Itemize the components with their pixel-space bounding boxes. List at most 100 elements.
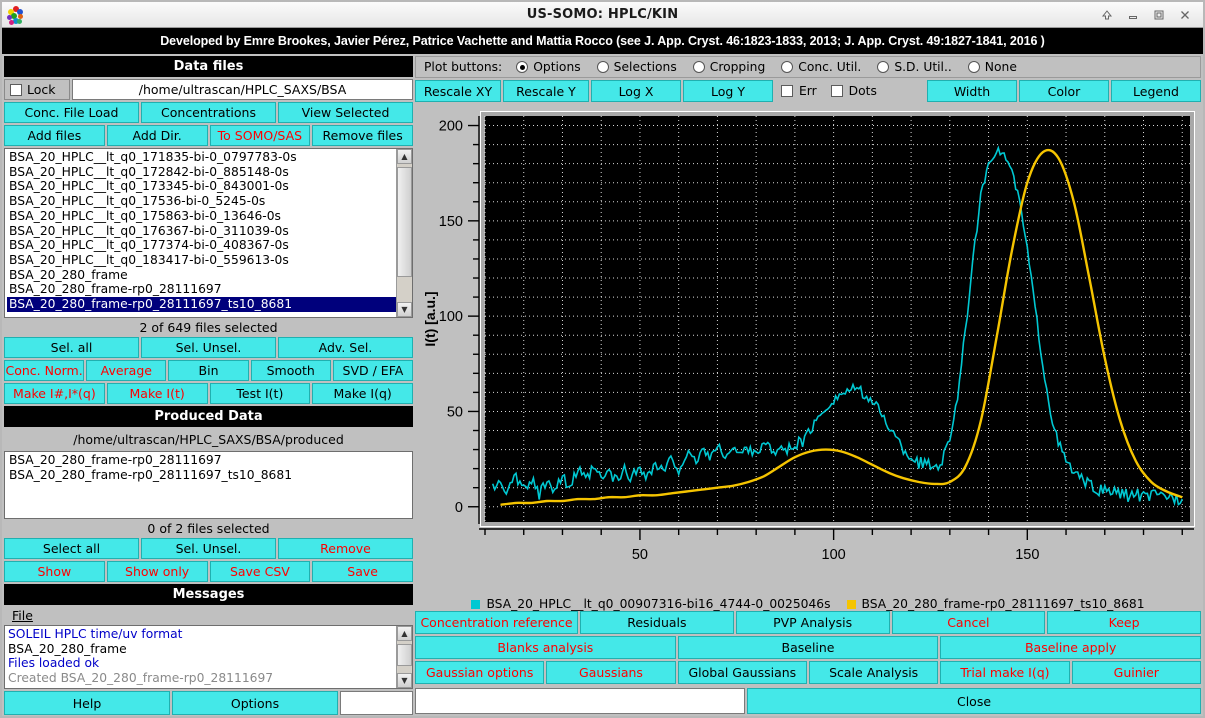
- save-csv-button[interactable]: Save CSV: [209, 561, 311, 582]
- gaussian-options-button[interactable]: Gaussian options: [415, 661, 545, 684]
- minimize-icon[interactable]: [1121, 5, 1145, 25]
- radio-icon[interactable]: [596, 61, 609, 73]
- remove-button[interactable]: Remove: [278, 538, 413, 559]
- plot-option-conc-util[interactable]: Conc. Util.: [775, 60, 871, 74]
- produced-files-list[interactable]: BSA_20_280_frame-rp0_28111697 BSA_20_280_…: [4, 451, 413, 519]
- baseline-button[interactable]: Baseline: [677, 636, 939, 659]
- rescale-y-button[interactable]: Rescale Y: [503, 80, 589, 102]
- list-item[interactable]: BSA_20_HPLC__lt_q0_17536-bi-0_5245-0s: [7, 194, 396, 209]
- list-item[interactable]: BSA_20_280_frame: [7, 268, 396, 283]
- pvp-analysis-button[interactable]: PVP Analysis: [735, 611, 890, 634]
- view-selected-button[interactable]: View Selected: [278, 102, 413, 123]
- legend-button[interactable]: Legend: [1111, 80, 1201, 102]
- messages-scrollbar[interactable]: ▲ ▼: [396, 626, 412, 688]
- list-item[interactable]: BSA_20_HPLC__lt_q0_171835-bi-0_0797783-0…: [7, 150, 396, 165]
- list-item[interactable]: BSA_20_HPLC__lt_q0_172842-bi-0_885148-0s: [7, 165, 396, 180]
- test-i-t-button[interactable]: Test I(t): [209, 383, 311, 404]
- scale-analysis-button[interactable]: Scale Analysis: [808, 661, 939, 684]
- list-item[interactable]: BSA_20_HPLC__lt_q0_176367-bi-0_311039-0s: [7, 224, 396, 239]
- conc-file-load-button[interactable]: Conc. File Load: [4, 102, 139, 123]
- data-files-list-body[interactable]: BSA_20_HPLC__lt_q0_171835-bi-0_0797783-0…: [5, 149, 396, 317]
- data-path-field[interactable]: /home/ultrascan/HPLC_SAXS/BSA: [72, 79, 413, 100]
- make-i-star-q-button[interactable]: Make I#,I*(q): [4, 383, 105, 404]
- concentration-reference-button[interactable]: Concentration reference: [415, 611, 578, 634]
- list-item[interactable]: BSA_20_HPLC__lt_q0_173345-bi-0_843001-0s: [7, 179, 396, 194]
- remove-files-button[interactable]: Remove files: [312, 125, 413, 146]
- to-somo-sas-button[interactable]: To SOMO/SAS: [209, 125, 311, 146]
- messages-file-menu[interactable]: File: [4, 605, 413, 625]
- rescale-xy-button[interactable]: Rescale XY: [415, 80, 501, 102]
- select-all-button[interactable]: Select all: [4, 538, 139, 559]
- scroll-thumb[interactable]: [397, 167, 412, 277]
- trial-make-iq-button[interactable]: Trial make I(q): [940, 661, 1070, 684]
- lock-checkbox[interactable]: [10, 83, 22, 96]
- keep-button[interactable]: Keep: [1047, 611, 1201, 634]
- radio-icon[interactable]: [877, 61, 890, 73]
- data-files-scrollbar[interactable]: ▲ ▼: [396, 149, 412, 317]
- save-button[interactable]: Save: [312, 561, 413, 582]
- list-item[interactable]: BSA_20_HPLC__lt_q0_175863-bi-0_13646-0s: [7, 209, 396, 224]
- list-item[interactable]: BSA_20_280_frame-rp0_28111697: [7, 453, 412, 468]
- plot-option-options[interactable]: Options: [510, 60, 590, 74]
- svd-efa-button[interactable]: SVD / EFA: [332, 360, 414, 381]
- dots-checkbox-group[interactable]: Dots: [825, 80, 883, 102]
- list-item[interactable]: BSA_20_HPLC__lt_q0_183417-bi-0_559613-0s: [7, 253, 396, 268]
- bin-button[interactable]: Bin: [168, 360, 249, 381]
- produced-files-list-body[interactable]: BSA_20_280_frame-rp0_28111697 BSA_20_280_…: [5, 452, 412, 518]
- log-y-button[interactable]: Log Y: [683, 80, 773, 102]
- close-button[interactable]: Close: [747, 688, 1201, 714]
- sel-all-button[interactable]: Sel. all: [4, 337, 139, 358]
- average-button[interactable]: Average: [86, 360, 167, 381]
- messages-scroll-down-arrow[interactable]: ▼: [397, 673, 412, 688]
- blanks-analysis-button[interactable]: Blanks analysis: [415, 636, 676, 659]
- messages-scroll-thumb[interactable]: [397, 644, 412, 666]
- scroll-up-arrow[interactable]: ▲: [397, 149, 412, 164]
- plot-buttons-radiogroup[interactable]: Options Selections Cropping Conc. Util. S.D.…: [510, 60, 1027, 74]
- messages-scroll-up-arrow[interactable]: ▲: [397, 626, 412, 641]
- adv-sel-button[interactable]: Adv. Sel.: [278, 337, 413, 358]
- messages-list[interactable]: SOLEIL HPLC time/uv format BSA_20_280_fra…: [4, 625, 413, 689]
- make-i-t-button[interactable]: Make I(t): [106, 383, 208, 404]
- plot-option-selections[interactable]: Selections: [591, 60, 687, 74]
- maximize-icon[interactable]: [1147, 5, 1171, 25]
- radio-icon[interactable]: [781, 61, 794, 73]
- concentrations-button[interactable]: Concentrations: [141, 102, 276, 123]
- show-only-button[interactable]: Show only: [106, 561, 208, 582]
- err-checkbox-group[interactable]: Err: [775, 80, 823, 102]
- help-button[interactable]: Help: [4, 691, 170, 715]
- residuals-button[interactable]: Residuals: [580, 611, 734, 634]
- close-icon[interactable]: [1173, 5, 1197, 25]
- log-x-button[interactable]: Log X: [591, 80, 681, 102]
- chart-svg[interactable]: 0 50 100 150 200 I(t) [a.u.] 50 100 150 Time [a.u…: [415, 104, 1205, 585]
- show-button[interactable]: Show: [4, 561, 105, 582]
- radio-icon[interactable]: [516, 61, 529, 73]
- width-button[interactable]: Width: [927, 80, 1017, 102]
- add-dir-button[interactable]: Add Dir.: [106, 125, 208, 146]
- plot-canvas-area[interactable]: 0 50 100 150 200 I(t) [a.u.] 50 100 150 Time [a.u…: [415, 104, 1201, 610]
- plot-option-s-d-util[interactable]: S.D. Util..: [871, 60, 961, 74]
- plot-option-none[interactable]: None: [962, 60, 1027, 74]
- radio-icon[interactable]: [967, 61, 980, 73]
- smooth-button[interactable]: Smooth: [250, 360, 331, 381]
- radio-icon[interactable]: [692, 61, 705, 73]
- shade-icon[interactable]: [1095, 5, 1119, 25]
- global-gaussians-button[interactable]: Global Gaussians: [677, 661, 807, 684]
- gaussians-button[interactable]: Gaussians: [546, 661, 676, 684]
- make-i-q-button[interactable]: Make I(q): [312, 383, 413, 404]
- lock-toggle[interactable]: Lock: [4, 79, 70, 100]
- plot-option-cropping[interactable]: Cropping: [687, 60, 776, 74]
- list-item[interactable]: BSA_20_280_frame-rp0_28111697_ts10_8681: [7, 468, 412, 483]
- dots-checkbox[interactable]: [830, 85, 843, 97]
- scroll-down-arrow[interactable]: ▼: [397, 302, 412, 317]
- list-item[interactable]: BSA_20_280_frame-rp0_28111697: [7, 282, 396, 297]
- guinier-button[interactable]: Guinier: [1071, 661, 1201, 684]
- list-item[interactable]: BSA_20_HPLC__lt_q0_177374-bi-0_408367-0s: [7, 238, 396, 253]
- options-button[interactable]: Options: [172, 691, 338, 715]
- produced-sel-unsel-button[interactable]: Sel. Unsel.: [141, 538, 276, 559]
- conc-norm-button[interactable]: Conc. Norm.: [4, 360, 85, 381]
- add-files-button[interactable]: Add files: [4, 125, 105, 146]
- err-checkbox[interactable]: [781, 85, 793, 97]
- baseline-apply-button[interactable]: Baseline apply: [940, 636, 1202, 659]
- data-files-list[interactable]: BSA_20_HPLC__lt_q0_171835-bi-0_0797783-0…: [4, 148, 413, 318]
- color-button[interactable]: Color: [1019, 80, 1109, 102]
